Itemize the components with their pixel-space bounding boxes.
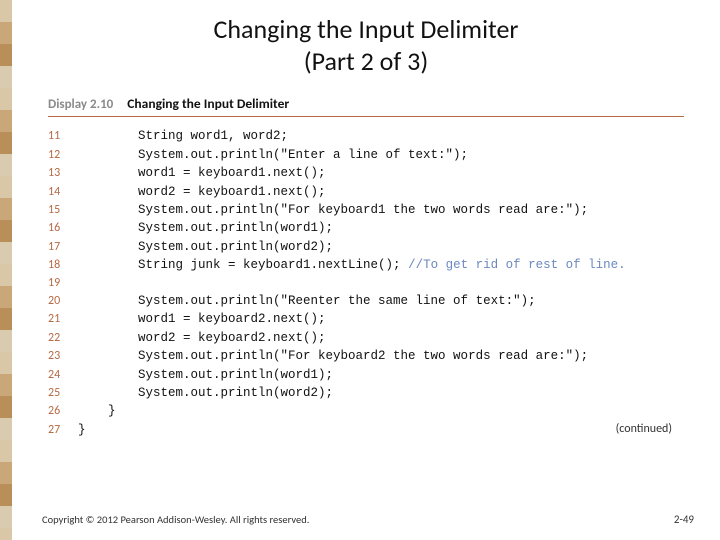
line-number: 19	[48, 275, 78, 292]
line-number: 18	[48, 257, 78, 274]
code-text: word1 = keyboard2.next();	[78, 310, 326, 328]
line-number: 23	[48, 348, 78, 365]
code-line: 20 System.out.println("Reenter the same …	[48, 292, 684, 310]
decorative-stripe	[0, 0, 12, 540]
code-line: 25 System.out.println(word2);	[48, 384, 684, 402]
code-line: 13 word1 = keyboard1.next();	[48, 164, 684, 182]
code-line: 11 String word1, word2;	[48, 127, 684, 145]
code-text: word1 = keyboard1.next();	[78, 164, 326, 182]
line-number: 17	[48, 239, 78, 256]
line-number: 21	[48, 311, 78, 328]
title-line-2: (Part 2 of 3)	[12, 46, 720, 78]
code-line: 23 System.out.println("For keyboard2 the…	[48, 347, 684, 365]
line-number: 22	[48, 330, 78, 347]
line-number: 16	[48, 220, 78, 237]
title-line-1: Changing the Input Delimiter	[12, 14, 720, 46]
code-block: 11 String word1, word2;12 System.out.pri…	[48, 127, 684, 439]
line-number: 24	[48, 367, 78, 384]
page-number: 2-49	[674, 513, 694, 526]
display-number: Display 2.10	[48, 97, 113, 112]
line-number: 26	[48, 403, 78, 420]
code-text: String junk = keyboard1.nextLine();	[78, 256, 408, 274]
line-number: 12	[48, 147, 78, 164]
copyright-footer: Copyright © 2012 Pearson Addison-Wesley.…	[42, 513, 309, 526]
code-line: 12 System.out.println("Enter a line of t…	[48, 146, 684, 164]
code-text: System.out.println("For keyboard1 the tw…	[78, 201, 588, 219]
code-line: 26 }	[48, 402, 684, 420]
code-line: 17 System.out.println(word2);	[48, 238, 684, 256]
line-number: 20	[48, 293, 78, 310]
code-text: System.out.println(word2);	[78, 238, 333, 256]
display-header: Display 2.10 Changing the Input Delimite…	[48, 95, 684, 117]
code-line: 15 System.out.println("For keyboard1 the…	[48, 201, 684, 219]
code-line: 27}	[48, 421, 684, 439]
code-text: }	[78, 421, 86, 439]
line-number: 15	[48, 202, 78, 219]
code-line: 24 System.out.println(word1);	[48, 366, 684, 384]
line-number: 25	[48, 385, 78, 402]
code-text: System.out.println("Reenter the same lin…	[78, 292, 536, 310]
code-text: System.out.println("For keyboard2 the tw…	[78, 347, 588, 365]
line-number: 27	[48, 422, 78, 439]
code-line: 21 word1 = keyboard2.next();	[48, 310, 684, 328]
code-line: 18 String junk = keyboard1.nextLine(); /…	[48, 256, 684, 274]
line-number: 14	[48, 184, 78, 201]
code-text: String word1, word2;	[78, 127, 288, 145]
code-text: System.out.println(word1);	[78, 219, 333, 237]
code-line: 19	[48, 275, 684, 292]
code-text: System.out.println("Enter a line of text…	[78, 146, 468, 164]
code-text: word2 = keyboard2.next();	[78, 329, 326, 347]
code-text: }	[78, 402, 116, 420]
code-text: System.out.println(word2);	[78, 384, 333, 402]
continued-label: (continued)	[616, 422, 672, 436]
code-line: 14 word2 = keyboard1.next();	[48, 183, 684, 201]
code-text: word2 = keyboard1.next();	[78, 183, 326, 201]
code-line: 16 System.out.println(word1);	[48, 219, 684, 237]
line-number: 11	[48, 128, 78, 145]
code-line: 22 word2 = keyboard2.next();	[48, 329, 684, 347]
line-number: 13	[48, 165, 78, 182]
display-caption: Changing the Input Delimiter	[127, 95, 289, 112]
code-comment: //To get rid of rest of line.	[408, 256, 626, 274]
slide-content: Changing the Input Delimiter (Part 2 of …	[12, 0, 720, 540]
code-text: System.out.println(word1);	[78, 366, 333, 384]
title-block: Changing the Input Delimiter (Part 2 of …	[12, 0, 720, 87]
